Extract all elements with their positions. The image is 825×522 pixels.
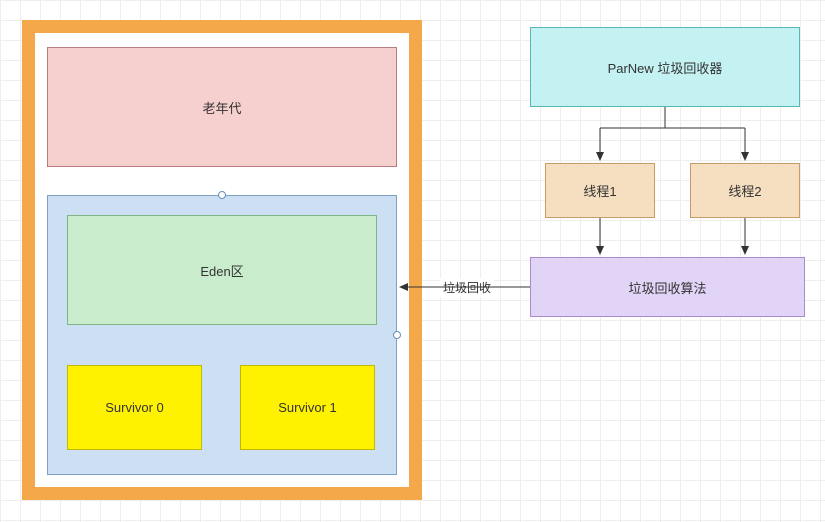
thread1-label: 线程1 <box>583 181 616 200</box>
survivor0-box: Survivor 0 <box>67 365 202 450</box>
gc-edge-label: 垃圾回收 <box>440 278 494 297</box>
diagram-stage: 老年代 Eden区 Survivor 0 Survivor 1 ParNew 垃… <box>0 0 825 522</box>
thread2-label: 线程2 <box>728 181 761 200</box>
thread1-box: 线程1 <box>545 163 655 218</box>
thread2-box: 线程2 <box>690 163 800 218</box>
eden-box: Eden区 <box>67 215 377 325</box>
survivor1-box: Survivor 1 <box>240 365 375 450</box>
survivor0-label: Survivor 0 <box>105 400 164 415</box>
handle-dot <box>393 331 401 339</box>
parnew-collector-label: ParNew 垃圾回收器 <box>608 58 723 77</box>
old-generation-box: 老年代 <box>47 47 397 167</box>
old-generation-label: 老年代 <box>202 98 241 117</box>
gc-algorithm-box: 垃圾回收算法 <box>530 257 805 317</box>
gc-algorithm-label: 垃圾回收算法 <box>628 278 706 297</box>
eden-label: Eden区 <box>200 261 243 280</box>
parnew-collector-box: ParNew 垃圾回收器 <box>530 27 800 107</box>
survivor1-label: Survivor 1 <box>278 400 337 415</box>
handle-dot <box>218 191 226 199</box>
